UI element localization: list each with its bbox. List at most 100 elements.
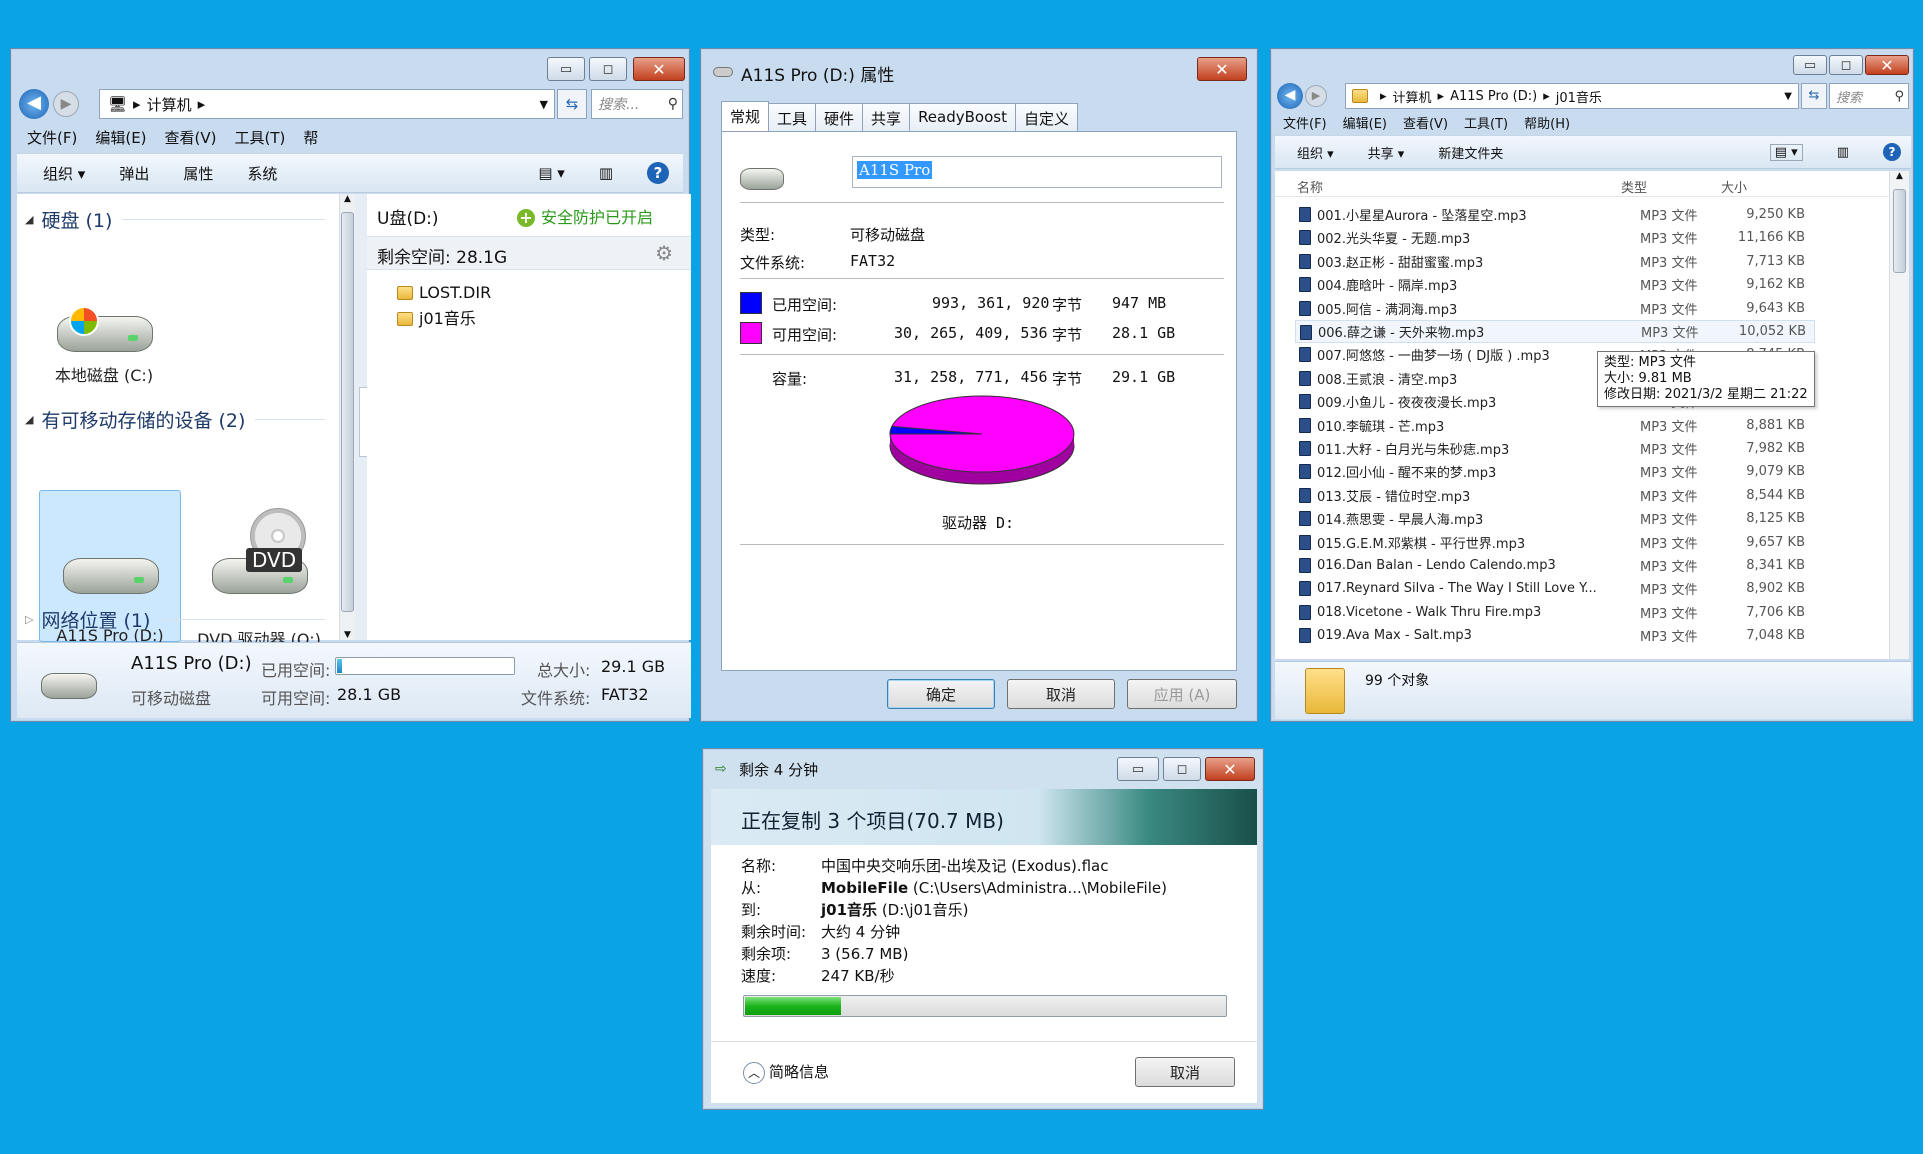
help-icon[interactable]: ? xyxy=(1883,143,1901,161)
detail-to[interactable]: j01音乐 (D:\j01音乐) xyxy=(821,899,1167,921)
collapse-icon[interactable]: ◢ xyxy=(25,213,33,226)
breadcrumb-computer[interactable]: 计算机 xyxy=(1393,87,1432,106)
collapse-icon[interactable]: ◢ xyxy=(25,413,33,426)
menu-tools[interactable]: 工具(T) xyxy=(235,127,286,148)
file-row[interactable]: 004.鹿晗叶 - 隔岸.mp3 MP3 文件 9,162 KB xyxy=(1295,273,1815,296)
scroll-up-icon[interactable]: ▲ xyxy=(340,194,355,204)
view-toggle-icon[interactable]: ▤ ▾ xyxy=(1769,143,1803,161)
file-row[interactable]: 017.Reynard Silva - The Way I Still Love… xyxy=(1295,577,1815,600)
menu-edit[interactable]: 编辑(E) xyxy=(1343,113,1387,132)
back-button[interactable]: ◀ xyxy=(19,89,49,119)
maximize-button[interactable]: ◻ xyxy=(589,57,627,81)
menu-help[interactable]: 帮 xyxy=(303,127,318,148)
column-name[interactable]: 名称 xyxy=(1297,177,1323,196)
column-size[interactable]: 大小 xyxy=(1721,177,1747,196)
file-row[interactable]: 005.阿信 - 满洞海.mp3 MP3 文件 9,643 KB xyxy=(1295,297,1815,320)
chevron-down-icon[interactable]: ▼ xyxy=(1784,91,1792,102)
cancel-button[interactable]: 取消 xyxy=(1007,679,1115,709)
properties-button[interactable]: 属性 xyxy=(183,163,213,184)
title-bar[interactable]: A11S Pro (D:) 属性 ✕ xyxy=(701,49,1257,89)
view-toggle-icon[interactable]: ▤ ▾ xyxy=(538,164,564,182)
column-type[interactable]: 类型 xyxy=(1621,177,1647,196)
file-row[interactable]: 018.Vicetone - Walk Thru Fire.mp3 MP3 文件 7… xyxy=(1295,601,1815,624)
file-row[interactable]: 006.薛之谦 - 天外来物.mp3 MP3 文件 10,052 KB xyxy=(1295,320,1815,343)
menu-edit[interactable]: 编辑(E) xyxy=(95,127,146,148)
drive-c[interactable]: 本地磁盘 (C:) xyxy=(39,294,169,386)
menu-help[interactable]: 帮助(H) xyxy=(1524,113,1570,132)
help-icon[interactable]: ? xyxy=(647,162,669,184)
close-button[interactable]: ✕ xyxy=(633,57,685,81)
search-input[interactable]: 搜索 ⚲ xyxy=(1829,83,1909,109)
maximize-button[interactable]: ◻ xyxy=(1163,757,1201,781)
file-name: 018.Vicetone - Walk Thru Fire.mp3 xyxy=(1317,604,1542,620)
eject-button[interactable]: 弹出 xyxy=(119,163,149,184)
breadcrumb-folder[interactable]: j01音乐 xyxy=(1556,87,1602,106)
file-row[interactable]: 014.燕思雯 - 早晨人海.mp3 MP3 文件 8,125 KB xyxy=(1295,507,1815,530)
file-row[interactable]: 003.赵正彬 - 甜甜蜜蜜.mp3 MP3 文件 7,713 KB xyxy=(1295,250,1815,273)
drive-name-input[interactable]: A11S Pro xyxy=(852,156,1222,188)
breadcrumb-computer[interactable]: 计算机 xyxy=(147,94,192,115)
cancel-copy-button[interactable]: 取消 xyxy=(1135,1057,1235,1087)
organize-button[interactable]: 组织 ▾ xyxy=(1297,143,1334,162)
section-hard-disks[interactable]: ◢ 硬盘 (1) xyxy=(25,206,325,233)
less-info-toggle[interactable]: ︿ 简略信息 xyxy=(743,1061,829,1084)
search-input[interactable]: 搜索... ⚲ xyxy=(591,89,683,119)
breadcrumb-drive[interactable]: A11S Pro (D:) xyxy=(1450,89,1537,104)
gear-icon[interactable]: ⚙ xyxy=(655,241,673,265)
menu-tools[interactable]: 工具(T) xyxy=(1464,113,1508,132)
title-bar[interactable]: ▭ ◻ ✕ xyxy=(1271,49,1913,85)
file-list-scrollbar[interactable]: ▲ xyxy=(1889,171,1909,659)
section-network[interactable]: ▷ 网络位置 (1) xyxy=(25,606,325,633)
forward-button[interactable]: ▶ xyxy=(53,91,79,117)
preview-pane-icon[interactable]: ▥ xyxy=(599,164,613,182)
apply-button[interactable]: 应用 (A) xyxy=(1127,679,1237,709)
refresh-button[interactable]: ⇆ xyxy=(557,89,587,119)
scroll-thumb[interactable] xyxy=(341,212,354,612)
expand-icon[interactable]: ▷ xyxy=(25,613,33,626)
minimize-button[interactable]: ▭ xyxy=(547,57,585,81)
forward-button[interactable]: ▶ xyxy=(1305,85,1327,107)
close-button[interactable]: ✕ xyxy=(1865,55,1909,75)
chevron-down-icon[interactable]: ▼ xyxy=(540,98,548,111)
minimize-button[interactable]: ▭ xyxy=(1117,757,1159,781)
file-row[interactable]: 011.大籽 - 白月光与朱砂痣.mp3 MP3 文件 7,982 KB xyxy=(1295,437,1815,460)
detail-from[interactable]: MobileFile (C:\Users\Administra...\Mobil… xyxy=(821,877,1167,899)
menu-view[interactable]: 查看(V) xyxy=(165,127,217,148)
file-row[interactable]: 015.G.E.M.邓紫棋 - 平行世界.mp3 MP3 文件 9,657 KB xyxy=(1295,531,1815,554)
title-bar[interactable]: ⇨ 剩余 4 分钟 ▭ ◻ ✕ xyxy=(703,749,1263,787)
address-bar[interactable]: 🖥 ▸ 计算机 ▸ ▼ xyxy=(99,89,555,119)
system-button[interactable]: 系统 xyxy=(247,163,277,184)
scroll-down-icon[interactable]: ▼ xyxy=(340,630,355,640)
tab-general[interactable]: 常规 xyxy=(721,101,770,133)
title-bar[interactable]: ▭ ◻ ✕ xyxy=(11,49,689,89)
left-scrollbar[interactable]: ▲ ▼ xyxy=(339,194,355,640)
ok-button[interactable]: 确定 xyxy=(887,679,995,709)
menu-file[interactable]: 文件(F) xyxy=(1283,113,1327,132)
file-row[interactable]: 013.艾辰 - 错位时空.mp3 MP3 文件 8,544 KB xyxy=(1295,484,1815,507)
file-row[interactable]: 019.Ava Max - Salt.mp3 MP3 文件 7,048 KB xyxy=(1295,624,1815,647)
file-row[interactable]: 002.光头华夏 - 无题.mp3 MP3 文件 11,166 KB xyxy=(1295,226,1815,249)
folder-item[interactable]: LOST.DIR xyxy=(397,280,491,306)
menu-view[interactable]: 查看(V) xyxy=(1403,113,1448,132)
close-button[interactable]: ✕ xyxy=(1197,57,1247,81)
address-bar[interactable]: ▸ 计算机 ▸ A11S Pro (D:) ▸ j01音乐 ▼ xyxy=(1345,83,1799,109)
scroll-thumb[interactable] xyxy=(1893,189,1906,273)
minimize-button[interactable]: ▭ xyxy=(1793,55,1827,75)
refresh-button[interactable]: ⇆ xyxy=(1801,83,1827,109)
file-row[interactable]: 010.李毓琪 - 芒.mp3 MP3 文件 8,881 KB xyxy=(1295,414,1815,437)
file-row[interactable]: 016.Dan Balan - Lendo Calendo.mp3 MP3 文件 8… xyxy=(1295,554,1815,577)
menu-file[interactable]: 文件(F) xyxy=(27,127,77,148)
share-button[interactable]: 共享 ▾ xyxy=(1368,143,1405,162)
file-row[interactable]: 012.回小仙 - 醒不来的梦.mp3 MP3 文件 9,079 KB xyxy=(1295,460,1815,483)
organize-button[interactable]: 组织 ▾ xyxy=(43,163,85,184)
maximize-button[interactable]: ◻ xyxy=(1829,55,1863,75)
preview-pane-icon[interactable]: ▥ xyxy=(1837,145,1849,160)
protection-status[interactable]: + 安全防护已开启 xyxy=(517,204,653,228)
new-folder-button[interactable]: 新建文件夹 xyxy=(1438,143,1503,162)
section-removable[interactable]: ◢ 有可移动存储的设备 (2) xyxy=(25,406,325,433)
file-row[interactable]: 001.小星星Aurora - 坠落星空.mp3 MP3 文件 9,250 KB xyxy=(1295,203,1815,226)
scroll-up-icon[interactable]: ▲ xyxy=(1890,171,1909,181)
close-button[interactable]: ✕ xyxy=(1205,757,1255,781)
folder-item[interactable]: j01音乐 xyxy=(397,306,491,332)
back-button[interactable]: ◀ xyxy=(1277,83,1303,109)
